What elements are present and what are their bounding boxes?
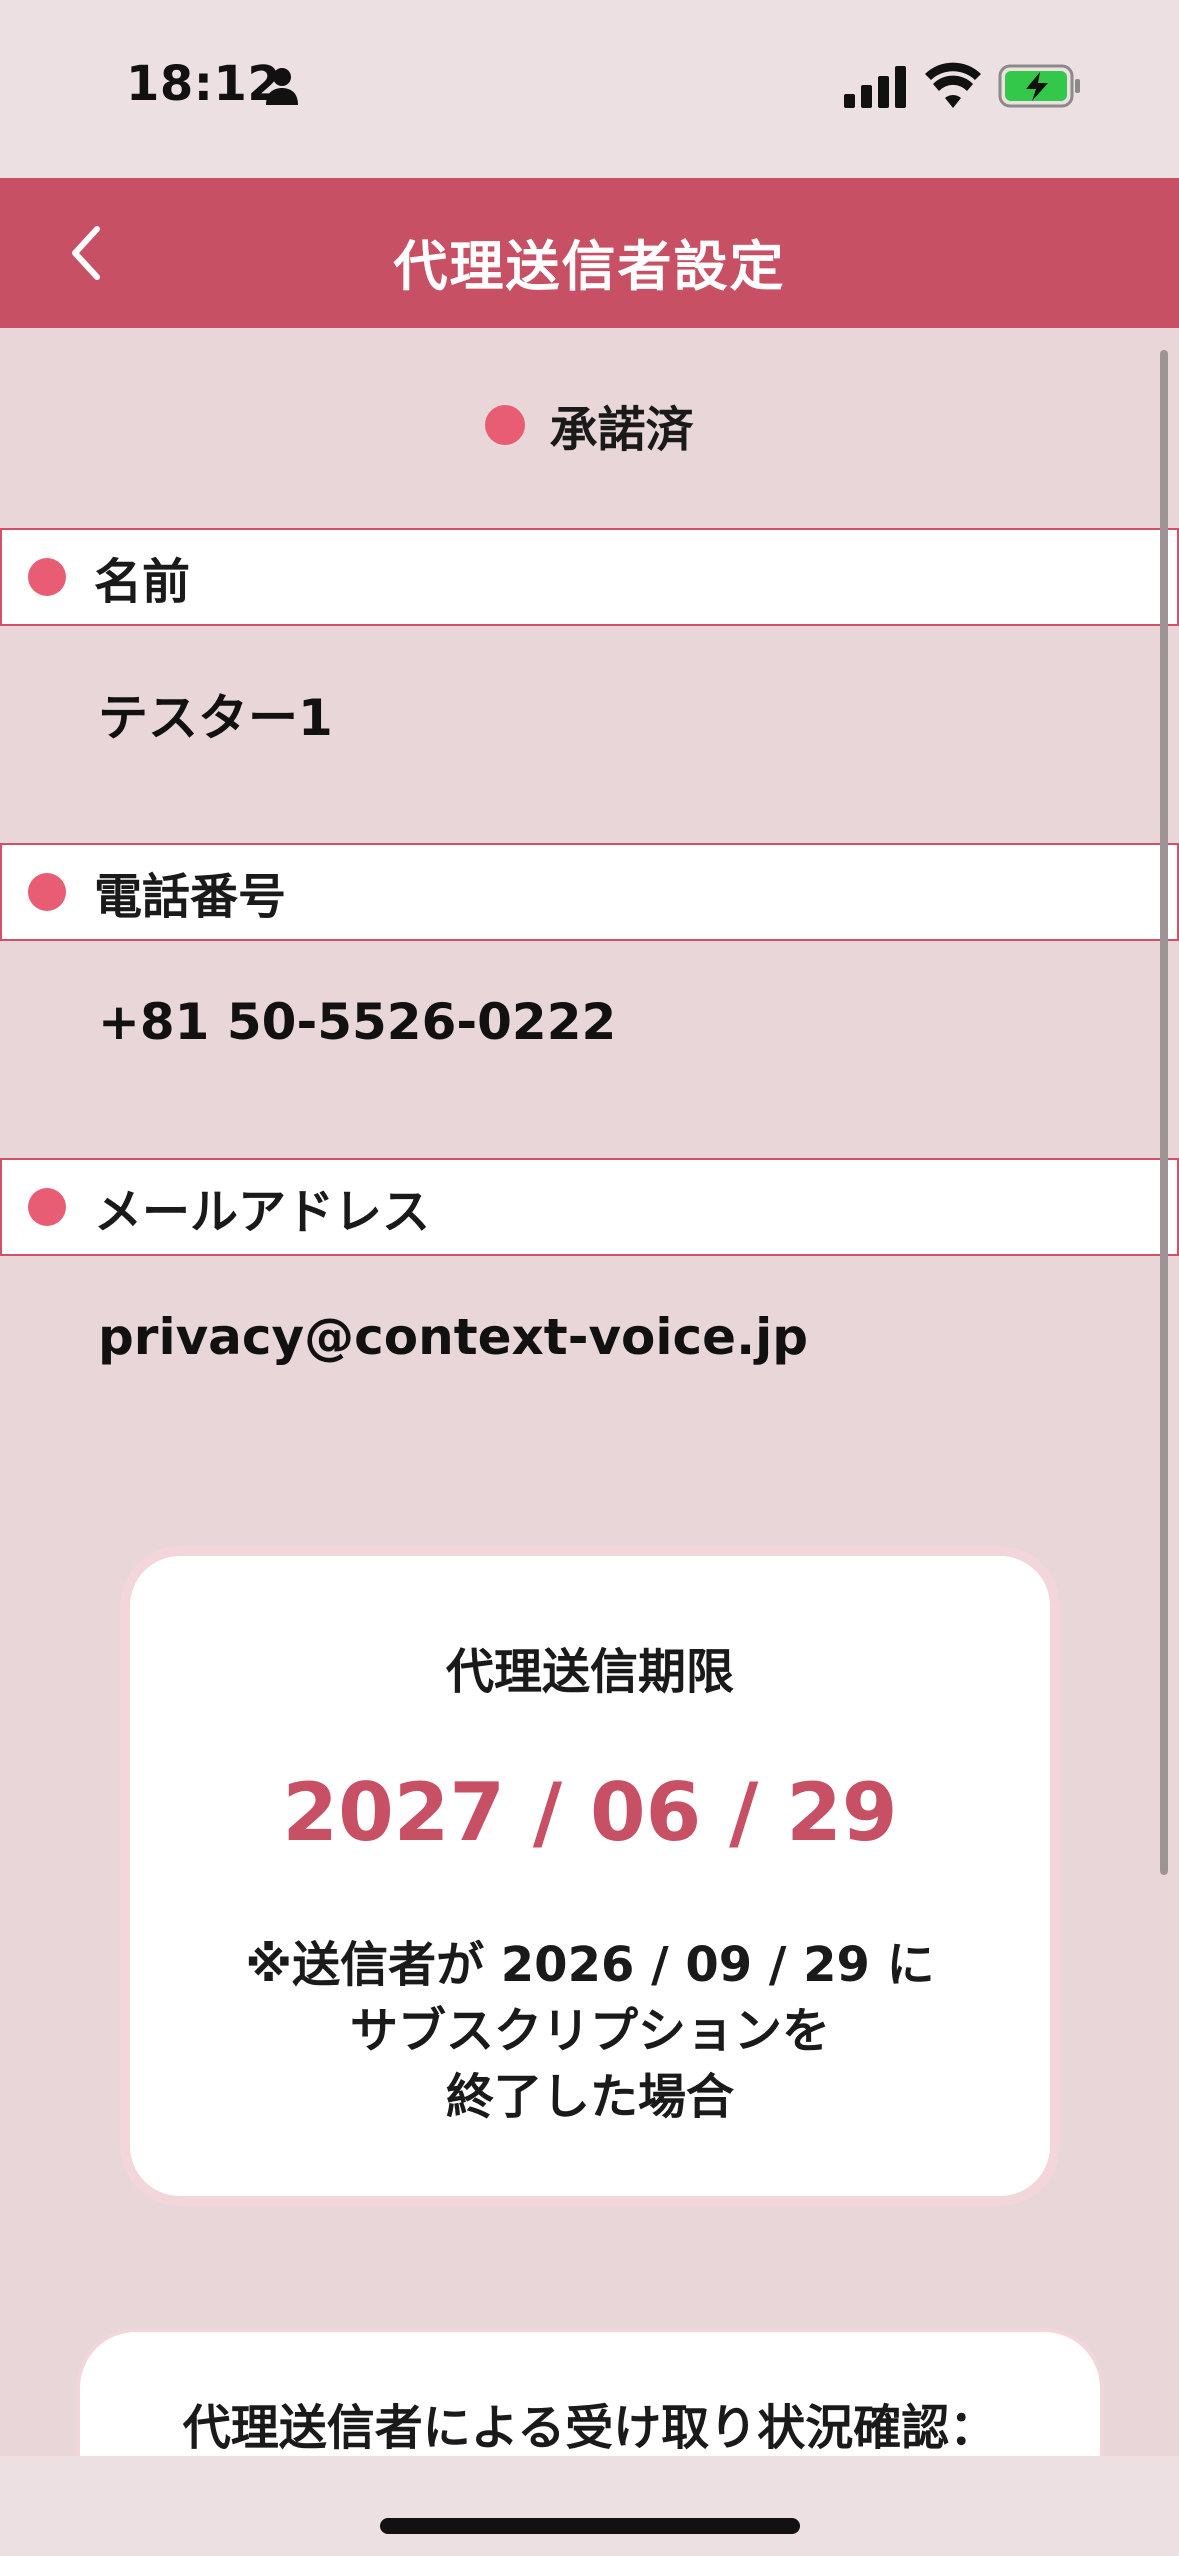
home-indicator[interactable]	[380, 2518, 800, 2534]
receipt-status-card: 代理送信者による受け取り状況確認：	[76, 2328, 1104, 2456]
name-label: 名前	[94, 554, 191, 610]
section-header-phone: 電話番号	[0, 843, 1179, 941]
bullet-dot-icon	[28, 1188, 66, 1226]
expiry-card: 代理送信期限 2027 / 06 / 29 ※送信者が 2026 / 09 / …	[120, 1546, 1060, 2206]
section-header-email: メールアドレス	[0, 1158, 1179, 1256]
expiry-date: 2027 / 06 / 29	[282, 1766, 898, 1859]
app-header: 代理送信者設定	[0, 178, 1179, 328]
expiry-note-line1: ※送信者が 2026 / 09 / 29 に	[245, 1937, 935, 1993]
app-root: 18:12 代理送信者設定 承諾済 名前 テスター1 電話番号 +81 50-5…	[0, 0, 1179, 2556]
expiry-note-line3: 終了した場合	[445, 2069, 734, 2125]
signal-icon	[844, 66, 906, 108]
wifi-icon	[925, 62, 981, 108]
scrollbar[interactable]	[1160, 350, 1168, 1875]
email-value: privacy@context-voice.jp	[98, 1308, 809, 1366]
expiry-note: ※送信者が 2026 / 09 / 29 に サブスクリプションを 終了した場合	[130, 1932, 1050, 2130]
bullet-dot-icon	[28, 558, 66, 596]
person-icon	[266, 68, 298, 105]
status-text: 承諾済	[549, 402, 694, 458]
phone-value: +81 50-5526-0222	[98, 993, 617, 1051]
receipt-status-title: 代理送信者による受け取り状況確認：	[182, 2400, 998, 2456]
status-dot-icon	[485, 405, 526, 445]
name-value: テスター1	[98, 689, 333, 747]
home-indicator-area	[0, 2456, 1179, 2556]
battery-charging-icon	[998, 64, 1080, 108]
approval-status: 承諾済	[0, 390, 1179, 460]
bullet-dot-icon	[28, 873, 66, 911]
email-label: メールアドレス	[94, 1184, 431, 1240]
page-title: 代理送信者設定	[393, 235, 786, 298]
expiry-note-line2: サブスクリプションを	[349, 2003, 830, 2059]
content-area[interactable]: 承諾済 名前 テスター1 電話番号 +81 50-5526-0222 メールアド…	[0, 328, 1179, 2456]
expiry-label: 代理送信期限	[445, 1644, 734, 1700]
status-bar: 18:12	[0, 0, 1179, 178]
status-time: 18:12	[126, 56, 282, 112]
section-header-name: 名前	[0, 528, 1179, 626]
phone-label: 電話番号	[94, 869, 287, 925]
